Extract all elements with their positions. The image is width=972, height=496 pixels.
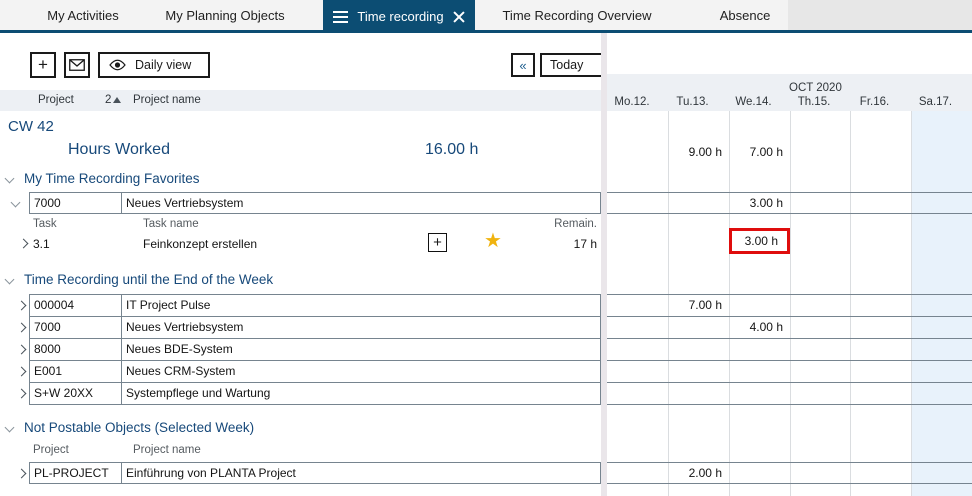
menu-icon[interactable] [333, 8, 348, 26]
tab-my-activities[interactable]: My Activities [18, 0, 148, 30]
project-id-cell[interactable]: 7000 [29, 317, 121, 338]
table-row[interactable]: E001 Neues CRM-System [29, 360, 972, 382]
column-header-project[interactable]: Project [38, 94, 74, 106]
expand-icon[interactable] [17, 367, 27, 377]
time-recording-app: My Activities My Planning Objects Time r… [0, 0, 972, 496]
day-header-we: We.14. [729, 96, 790, 110]
project-name-cell[interactable]: IT Project Pulse [121, 295, 601, 316]
daily-view-button[interactable]: Daily view [98, 52, 210, 78]
table-row[interactable]: 7000 Neues Vertriebsystem [29, 192, 972, 214]
collapse-icon[interactable] [5, 174, 15, 184]
tab-time-recording-overview[interactable]: Time Recording Overview [487, 0, 667, 30]
section-title-not-postable[interactable]: Not Postable Objects (Selected Week) [24, 420, 254, 435]
table-row[interactable]: 000004 IT Project Pulse [29, 294, 972, 316]
column-header-task: Task [33, 218, 57, 230]
month-label: OCT 2020 [789, 82, 842, 94]
project-name-cell[interactable]: Einführung von PLANTA Project [121, 463, 601, 483]
pane-divider[interactable] [601, 33, 607, 496]
favorite-star-icon[interactable]: ★ [484, 231, 502, 251]
section-title-favorites[interactable]: My Time Recording Favorites [24, 171, 200, 186]
day-header-th: Th.15. [790, 96, 850, 110]
plus-icon: + [38, 56, 48, 73]
hours-worked-label: Hours Worked [68, 141, 170, 159]
project-name-cell[interactable]: Systempflege und Wartung [121, 383, 601, 404]
double-chevron-left-icon: « [519, 58, 526, 73]
table-header-band [0, 90, 601, 111]
expand-icon[interactable] [17, 301, 27, 311]
expand-icon[interactable] [17, 345, 27, 355]
collapse-icon[interactable] [5, 423, 15, 433]
project-id-cell[interactable]: E001 [29, 361, 121, 382]
hours-worked-tu: 9.00 h [668, 145, 722, 159]
collapse-icon[interactable] [5, 275, 15, 285]
hours-worked-we: 7.00 h [729, 145, 783, 159]
tab-time-recording[interactable]: Time recording [323, 0, 475, 33]
table-row[interactable]: 7000 Neues Vertriebsystem [29, 316, 972, 338]
selected-booking-cell[interactable]: 3.00 h [729, 228, 790, 254]
project-id-cell[interactable]: S+W 20XX [29, 383, 121, 404]
day-header-sa: Sa.17. [911, 96, 972, 110]
tabbar-filler [788, 0, 972, 30]
column-header-task-name: Task name [143, 218, 199, 230]
tab-time-recording-label: Time recording [357, 9, 443, 24]
row-border [29, 404, 972, 405]
project-id-cell[interactable]: PL-PROJECT [29, 463, 121, 483]
add-button[interactable]: + [30, 52, 56, 78]
expand-icon[interactable] [17, 389, 27, 399]
today-button[interactable]: Today [540, 53, 607, 77]
day-header-mo: Mo.12. [608, 96, 668, 110]
task-remaining-hours: 17 h [574, 237, 597, 251]
project-name-cell[interactable]: Neues Vertriebsystem [121, 317, 601, 338]
expand-icon[interactable] [17, 323, 27, 333]
column-header-project: Project [33, 444, 69, 456]
column-header-project-name: Project name [133, 444, 201, 456]
section-title-week[interactable]: Time Recording until the End of the Week [24, 272, 273, 287]
sort-order-number: 2 [105, 94, 111, 106]
mail-icon [69, 59, 85, 71]
close-icon[interactable] [453, 11, 465, 23]
project-id-cell[interactable]: 7000 [29, 193, 121, 213]
tabbar-accent-line [0, 30, 972, 33]
project-id-cell[interactable]: 000004 [29, 295, 121, 316]
expand-icon[interactable] [17, 469, 27, 479]
hours-worked-total: 16.00 h [425, 141, 478, 159]
day-header-tu: Tu.13. [668, 96, 729, 110]
task-we-hours: 3.00 h [732, 231, 787, 251]
table-row[interactable]: S+W 20XX Systempflege und Wartung [29, 382, 972, 404]
project-name-cell[interactable]: Neues CRM-System [121, 361, 601, 382]
tab-my-planning-objects[interactable]: My Planning Objects [145, 0, 305, 30]
expand-icon[interactable] [19, 239, 29, 249]
table-row[interactable]: PL-PROJECT Einführung von PLANTA Project [29, 462, 972, 484]
week-row-we-hours[interactable]: 4.00 h [729, 320, 783, 334]
sort-ascending-icon [113, 97, 121, 103]
calendar-week-label: CW 42 [8, 118, 54, 135]
task-name: Feinkonzept erstellen [143, 237, 257, 251]
task-id: 3.1 [33, 237, 50, 251]
column-header-remain: Remain. [554, 218, 597, 230]
day-header-fr: Fr.16. [850, 96, 911, 110]
mail-button[interactable] [64, 52, 90, 78]
sort-indicator[interactable]: 2 [105, 94, 121, 106]
tab-bar: My Activities My Planning Objects Time r… [0, 0, 972, 33]
plus-icon: + [433, 234, 442, 251]
column-header-project-name[interactable]: Project name [133, 94, 201, 106]
project-name-cell[interactable]: Neues BDE-System [121, 339, 601, 360]
add-booking-button[interactable]: + [428, 233, 447, 252]
favorites-project-we-hours[interactable]: 3.00 h [729, 196, 783, 210]
project-name-cell[interactable]: Neues Vertriebsystem [121, 193, 601, 213]
daily-view-label: Daily view [135, 58, 191, 72]
previous-week-button[interactable]: « [511, 53, 535, 77]
tab-absence[interactable]: Absence [695, 0, 795, 30]
today-label: Today [550, 58, 583, 72]
project-id-cell[interactable]: 8000 [29, 339, 121, 360]
table-row[interactable]: 8000 Neues BDE-System [29, 338, 972, 360]
collapse-icon[interactable] [11, 198, 21, 208]
week-row-tu-hours[interactable]: 7.00 h [668, 298, 722, 312]
eye-icon [109, 59, 126, 71]
not-postable-row-tu-hours[interactable]: 2.00 h [668, 466, 722, 480]
